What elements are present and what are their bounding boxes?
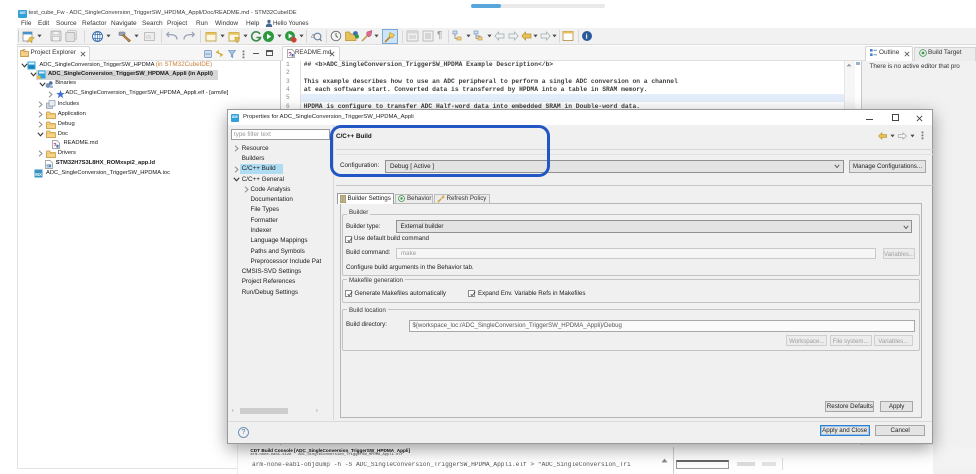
svg-text:cs: cs (146, 35, 152, 41)
svg-text:i: i (586, 33, 588, 41)
svg-text:MX: MX (36, 172, 43, 177)
